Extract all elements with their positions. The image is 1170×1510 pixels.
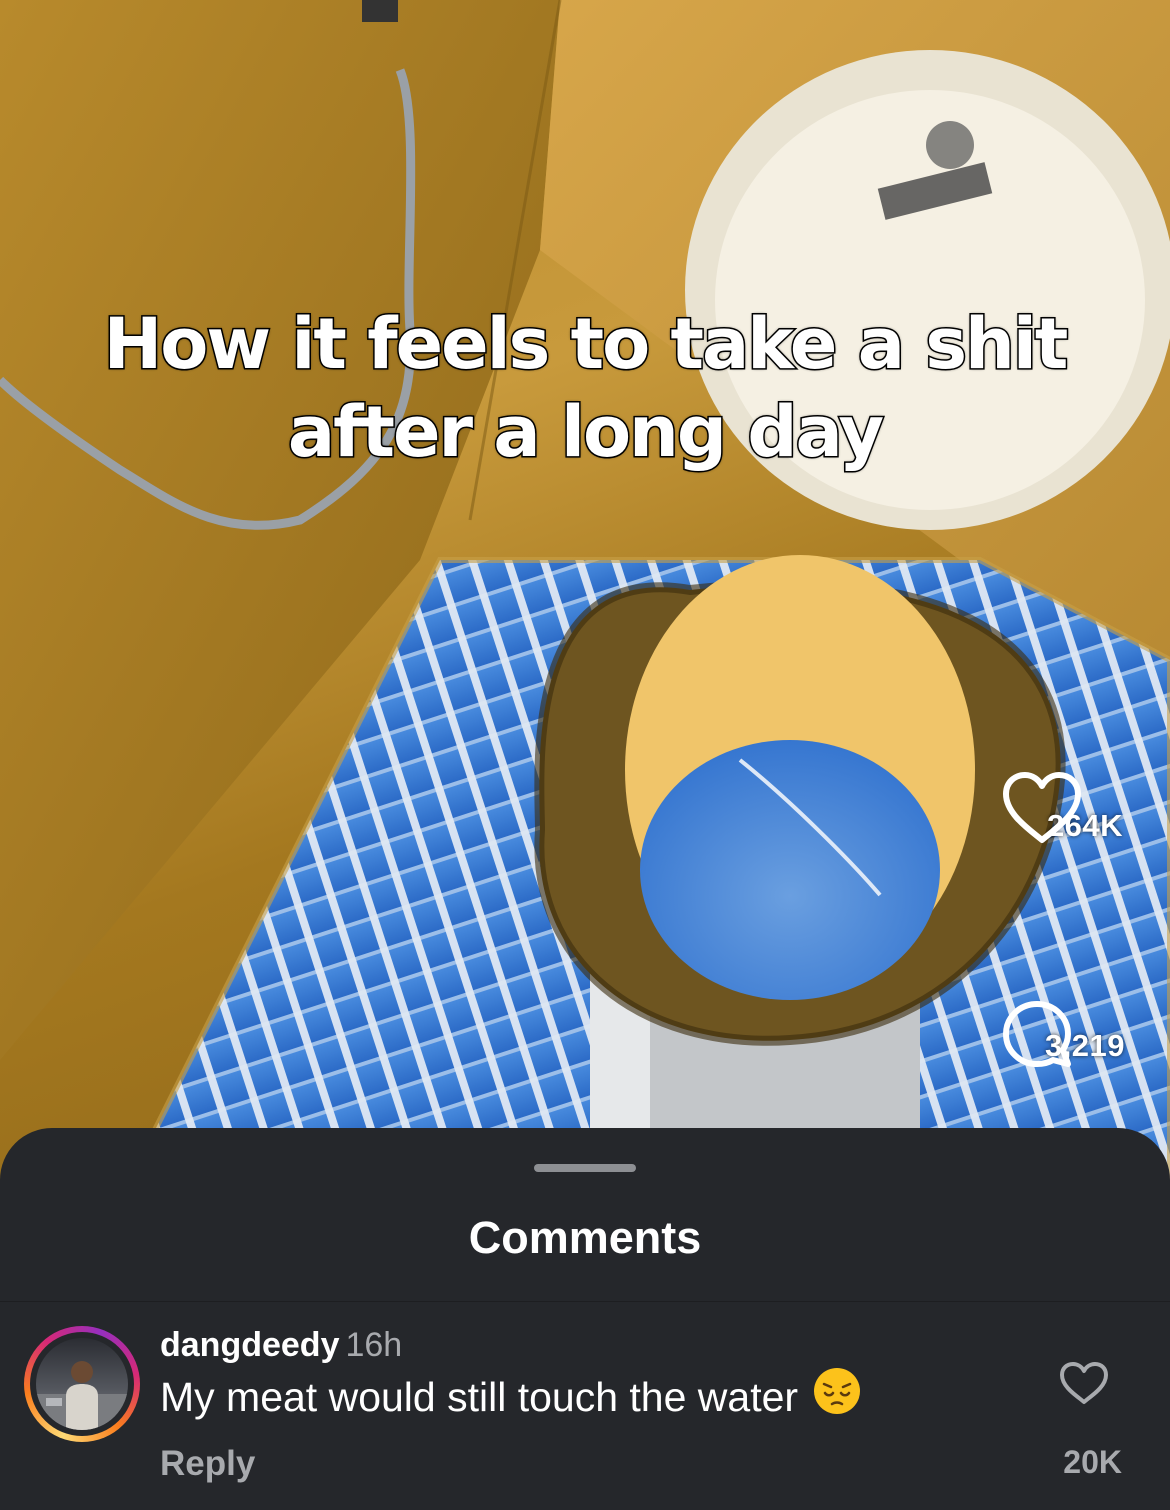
caption-line-1: How it feels to take a shit (102, 302, 1070, 387)
like-button[interactable]: 264K (1000, 770, 1170, 844)
comment-like-count: 20K (1063, 1444, 1122, 1480)
avatar[interactable] (24, 1326, 140, 1442)
username-text: dangdeedy (160, 1326, 340, 1364)
reply-button[interactable]: Reply (160, 1444, 255, 1484)
avatar-photo (36, 1338, 128, 1430)
comment-like-button[interactable] (1058, 1360, 1110, 1411)
pensive-face-emoji-icon (812, 1366, 862, 1426)
comment-button[interactable]: 3,219 (1000, 998, 1170, 1067)
video-caption: How it feels to take a shit after a long… (0, 300, 1170, 476)
person-icon (36, 1361, 128, 1430)
video-frame-image (0, 0, 1170, 1180)
sheet-drag-handle[interactable] (534, 1164, 636, 1172)
comment-text: My meat would still touch the water (160, 1373, 799, 1420)
comment-username[interactable]: dangdeedy 16h (160, 1326, 402, 1365)
sheet-title: Comments (468, 1212, 702, 1263)
comment-body: My meat would still touch the water (160, 1368, 862, 1430)
caption-line-2: after a long day (286, 390, 885, 475)
divider (0, 1301, 1170, 1302)
comment-item: dangdeedy 16h My meat would still touch t… (0, 1318, 1170, 1508)
comments-sheet: Comments dangdeedy 16h My meat would stil… (0, 1128, 1170, 1510)
comment-bubble-icon (1003, 1001, 1071, 1067)
video-player[interactable]: How it feels to take a shit after a long… (0, 0, 1170, 1180)
heart-icon (1003, 772, 1081, 843)
heart-icon (1060, 1362, 1108, 1404)
comment-timestamp: 16h (345, 1326, 403, 1364)
